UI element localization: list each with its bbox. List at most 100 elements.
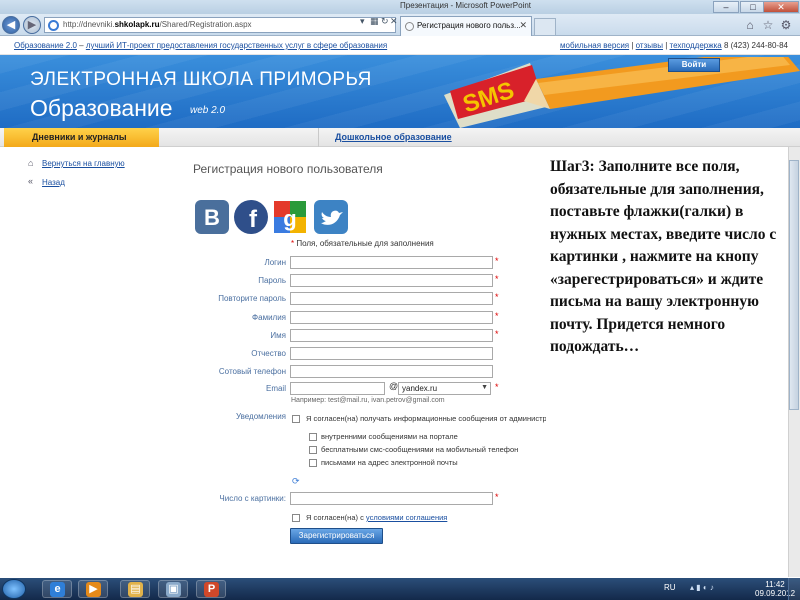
notify-sms-label: бесплатными смс-сообщениями на мобильный…	[321, 445, 519, 454]
captcha-label: Число с картинки:	[219, 494, 286, 503]
email-label: Email	[265, 384, 286, 393]
screen: Презентация - Microsoft PowerPoint – □ ✕…	[0, 0, 800, 600]
tray-icons[interactable]: ▴ ▮ ◐ ♪	[690, 583, 714, 592]
back-button[interactable]: ◀	[2, 16, 20, 34]
favorites-star-icon[interactable]: ☆	[760, 17, 776, 33]
email-hint: Например: test@mail.ru, ivan.petrov@gmai…	[291, 397, 445, 404]
address-bar[interactable]: http://dnevniki.shkolapk.ru/Shared/Regis…	[44, 17, 396, 33]
home-icon: ⌂	[28, 158, 34, 168]
powerpoint-icon: P	[204, 582, 219, 597]
support-link[interactable]: техподдержка	[670, 41, 722, 50]
tab-registration[interactable]: Регистрация нового польз... ✕	[400, 16, 532, 36]
forward-button[interactable]: ▶	[23, 16, 41, 34]
required-star: *	[495, 274, 499, 284]
notify-portal-label: внутренними сообщениями на портале	[321, 432, 458, 441]
register-button[interactable]: Зарегистрироваться	[290, 528, 383, 544]
email-domain-select[interactable]: yandex.ru ▼	[398, 382, 491, 395]
login-input[interactable]	[290, 256, 493, 269]
facebook-icon[interactable]: f	[233, 199, 269, 235]
window-title-bar: Презентация - Microsoft PowerPoint – □ ✕	[0, 0, 800, 14]
scrollbar-thumb[interactable]	[789, 160, 799, 410]
stop-icon[interactable]: ✕	[390, 16, 398, 27]
refresh-icon[interactable]: ↻	[381, 16, 389, 27]
notify-sms-checkbox[interactable]	[309, 446, 317, 454]
sms-pencil-icon: SMS	[444, 57, 800, 128]
home-icon[interactable]: ⌂	[742, 17, 758, 33]
loading-icon	[405, 22, 414, 31]
terms-link[interactable]: условиями соглашения	[366, 513, 447, 522]
reviews-link[interactable]: отзывы	[636, 41, 663, 50]
window-icon: ▣	[166, 582, 181, 597]
email-input[interactable]	[290, 382, 385, 395]
captcha-refresh-icon[interactable]: ⟳	[292, 476, 301, 486]
new-tab-button[interactable]	[534, 18, 556, 35]
repeat-password-input[interactable]	[290, 292, 493, 305]
page-title: Регистрация нового пользователя	[193, 162, 383, 176]
banner-version: web 2.0	[190, 105, 226, 116]
tab-diaries[interactable]: Дневники и журналы	[4, 128, 159, 147]
svg-text:B: B	[204, 205, 220, 230]
mobile-version-link[interactable]: мобильная версия	[560, 41, 629, 50]
google-icon[interactable]: g	[272, 199, 308, 235]
ie-icon: e	[50, 582, 65, 597]
notify-email-checkbox[interactable]	[309, 459, 317, 467]
compat-view-icon[interactable]: ▦	[370, 16, 379, 27]
window-title: Презентация - Microsoft PowerPoint	[400, 1, 532, 10]
taskbar-ie-button[interactable]: e	[42, 580, 72, 598]
taskbar-explorer-button[interactable]: ▤	[120, 580, 150, 598]
language-indicator[interactable]: RU	[664, 583, 676, 592]
folder-icon: ▤	[128, 582, 143, 597]
tab-label: Регистрация нового польз...	[417, 21, 521, 30]
site-tabs: Дневники и журналы Дошкольное образовани…	[0, 128, 800, 147]
phone-label: Сотовый телефон	[218, 367, 286, 376]
taskbar-powerpoint-button[interactable]: P	[196, 580, 226, 598]
password-input[interactable]	[290, 274, 493, 287]
notify-email-label: письмами на адрес электронной почты	[321, 458, 458, 467]
required-note: * Поля, обязательные для заполнения	[291, 239, 434, 248]
back-link[interactable]: Назад	[42, 178, 65, 187]
instruction-text: Шаг3: Заполните все поля, обязательные д…	[550, 158, 777, 355]
password-label: Пароль	[258, 276, 286, 285]
phone-input[interactable]	[290, 365, 493, 378]
notifications-label: Уведомления	[235, 412, 286, 421]
search-dropdown-icon[interactable]: ▾	[360, 16, 365, 27]
consent-notifications-checkbox[interactable]	[292, 415, 300, 423]
instruction-panel: Шаг3: Заполните все поля, обязательные д…	[546, 150, 782, 450]
brand-link[interactable]: Образование 2.0	[14, 41, 77, 50]
name-input[interactable]	[290, 329, 493, 342]
agree-terms-label: Я согласен(на) с условиями соглашения	[306, 513, 448, 522]
close-window-button[interactable]: ✕	[763, 1, 799, 13]
name-label: Имя	[270, 331, 286, 340]
svg-text:f: f	[249, 206, 258, 233]
login-label: Логин	[264, 258, 286, 267]
agree-terms-checkbox[interactable]	[292, 514, 300, 522]
gear-icon[interactable]: ⚙	[778, 17, 794, 33]
vk-icon[interactable]: B	[194, 199, 230, 235]
login-button[interactable]: Войти	[668, 58, 720, 72]
patronymic-label: Отчество	[251, 349, 286, 358]
tab-preschool[interactable]: Дошкольное образование	[318, 128, 568, 147]
captcha-input[interactable]	[290, 492, 493, 505]
show-desktop-button[interactable]	[788, 578, 800, 600]
site-banner: ЭЛЕКТРОННАЯ ШКОЛА ПРИМОРЬЯ Образование w…	[0, 55, 800, 128]
banner-title: ЭЛЕКТРОННАЯ ШКОЛА ПРИМОРЬЯ	[30, 69, 372, 90]
back-home-link[interactable]: Вернуться на главную	[42, 159, 125, 168]
taskbar-app-button[interactable]: ▣	[158, 580, 188, 598]
email-at-sign: @	[389, 381, 399, 391]
chevron-down-icon: ▼	[481, 384, 488, 391]
surname-input[interactable]	[290, 311, 493, 324]
media-player-icon: ▶	[86, 582, 101, 597]
twitter-icon[interactable]	[313, 199, 349, 235]
required-star: *	[495, 492, 499, 502]
minimize-button[interactable]: –	[713, 1, 739, 13]
patronymic-input[interactable]	[290, 347, 493, 360]
double-chevron-left-icon: «	[28, 176, 34, 186]
notify-portal-checkbox[interactable]	[309, 433, 317, 441]
browser-toolbar: ◀ ▶ http://dnevniki.shkolapk.ru/Shared/R…	[0, 14, 800, 36]
taskbar-media-button[interactable]: ▶	[78, 580, 108, 598]
site-utility-links: мобильная версия | отзывы | техподдержка…	[560, 41, 788, 50]
tab-close-icon[interactable]: ✕	[519, 20, 527, 31]
banner-subtitle: Образование	[30, 95, 173, 121]
tagline-link[interactable]: лучший ИТ-проект предоставления государс…	[86, 41, 387, 50]
start-button[interactable]	[2, 579, 26, 599]
